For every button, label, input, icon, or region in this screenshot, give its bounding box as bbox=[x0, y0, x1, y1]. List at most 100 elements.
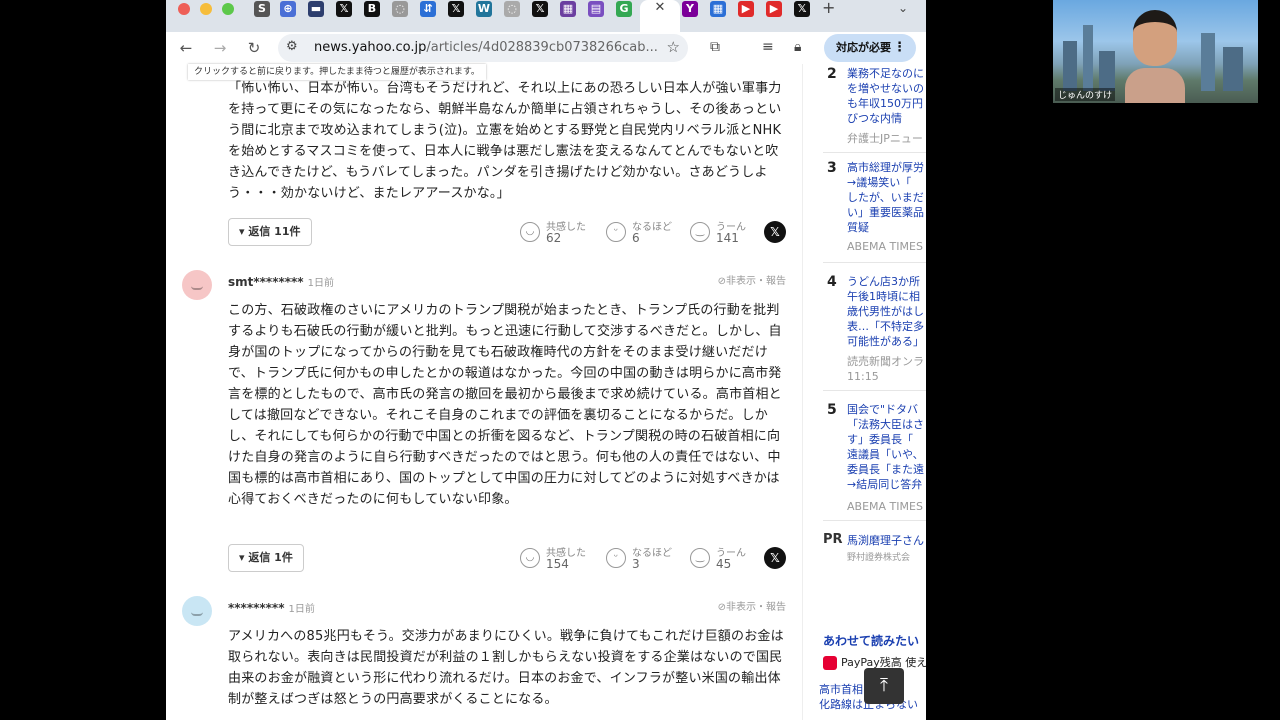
webcam-overlay: じゅんのすけ bbox=[1053, 0, 1258, 103]
tab-favicon-icon[interactable]: B bbox=[364, 1, 380, 17]
scroll-to-top-button[interactable]: ⤒ bbox=[864, 668, 904, 704]
ranking-number: 2 bbox=[827, 66, 837, 82]
tab-favicon-icon[interactable]: ▦ bbox=[560, 1, 576, 17]
reaction-count: 141 bbox=[716, 231, 739, 245]
ranking-title[interactable]: 高市総理が厚労 →議場笑い「 したが、いまだ い」重要医薬品 質疑 bbox=[847, 160, 926, 235]
smile-icon: ◡ bbox=[520, 222, 540, 242]
zoom-window-button[interactable] bbox=[222, 3, 234, 15]
forward-button[interactable]: → bbox=[210, 38, 230, 58]
extensions-icon[interactable]: ⧉ bbox=[710, 39, 720, 55]
tab-favicon-icon[interactable]: ▤ bbox=[588, 1, 604, 17]
url-path: /articles/4d028839cb0738266cab... bbox=[426, 40, 658, 55]
ranking-source: 読売新聞オンラ 11:15 bbox=[847, 355, 924, 383]
tab-favicon-icon[interactable]: ▬ bbox=[308, 1, 324, 17]
reaction-count: 45 bbox=[716, 557, 732, 571]
building bbox=[1223, 47, 1243, 91]
reaction-count: 6 bbox=[632, 231, 640, 245]
person-body bbox=[1125, 68, 1185, 103]
close-window-button[interactable] bbox=[178, 3, 190, 15]
hmm-icon: ‿ bbox=[690, 548, 710, 568]
toolbar: ← → ↻ ⚙ news.yahoo.co.jp/articles/4d0288… bbox=[166, 32, 926, 64]
reaction-count: 154 bbox=[546, 557, 569, 571]
reaction-count: 62 bbox=[546, 231, 562, 245]
tab-favicon-icon[interactable]: ▦ bbox=[710, 1, 726, 17]
address-bar[interactable]: ⚙ news.yahoo.co.jp/articles/4d028839cb07… bbox=[278, 34, 688, 62]
building bbox=[1099, 51, 1115, 91]
tab-bar: S ⊕ ▬ 𝕏 B ◌ ⇵ 𝕏 W ◌ 𝕏 ▦ ▤ G Y ▦ ▶ ▶ 𝕏 ✕ + ⌄ bbox=[166, 0, 926, 32]
reaction-count: 3 bbox=[632, 557, 640, 571]
replies-toggle-button[interactable]: ▾ 返信 11件 bbox=[228, 218, 312, 246]
ranking-source: 弁護士JPニュー bbox=[847, 132, 923, 145]
webcam-name-label: じゅんのすけ bbox=[1055, 88, 1116, 101]
tab-favicon-icon[interactable]: ◌ bbox=[392, 1, 408, 17]
comments-list: 「怖い怖い、日本が怖い。台湾もそうだけれど、それ以上にあの恐ろしい日本人が強い軍… bbox=[166, 64, 802, 720]
building bbox=[1063, 41, 1077, 91]
ranking-title[interactable]: 国会で"ドタバ 「法務大臣はさ す」委員長「 遠議員「いや、 委員長「また遠 →… bbox=[847, 402, 926, 492]
hide-report-link[interactable]: ⊘非表示・報告 bbox=[718, 598, 786, 613]
tab-favicon-icon[interactable]: Y bbox=[682, 1, 698, 17]
comment-user[interactable]: ********* 1日前 bbox=[228, 600, 315, 615]
divider bbox=[823, 152, 926, 153]
x-share-icon[interactable]: 𝕏 bbox=[764, 221, 786, 243]
action-required-button[interactable]: 対応が必要 ⋮ bbox=[824, 34, 916, 62]
tab-search-chevron-icon[interactable]: ⌄ bbox=[898, 0, 908, 16]
bookmark-star-icon[interactable]: ☆ bbox=[667, 38, 680, 56]
paypay-logo-icon bbox=[823, 656, 837, 670]
ranking-title[interactable]: 業務不足なのに を増やせないの も年収150万円 びつな内情 bbox=[847, 66, 926, 126]
building bbox=[1083, 25, 1093, 91]
nod-icon: ᵕ bbox=[606, 548, 626, 568]
ranking-number: 5 bbox=[827, 402, 837, 418]
comment-user[interactable]: smt******** 1日前 bbox=[228, 274, 334, 289]
avatar bbox=[182, 270, 212, 300]
building bbox=[1201, 33, 1215, 91]
comment-time: 1日前 bbox=[288, 604, 315, 615]
webcam-person bbox=[1125, 10, 1185, 103]
back-button[interactable]: ← bbox=[176, 38, 196, 58]
pr-title[interactable]: 馬渕磨理子さん bbox=[847, 532, 924, 548]
ranking-sidebar: 2 業務不足なのに を増やせないの も年収150万円 びつな内情 弁護士JPニュ… bbox=[802, 64, 926, 720]
smile-icon: ◡ bbox=[520, 548, 540, 568]
hmm-icon: ‿ bbox=[690, 222, 710, 242]
tab-favicon-icon[interactable]: 𝕏 bbox=[532, 1, 548, 17]
tab-favicon-icon[interactable]: W bbox=[476, 1, 492, 17]
reload-button[interactable]: ↻ bbox=[244, 38, 264, 58]
tab-favicon-icon[interactable]: ◌ bbox=[504, 1, 520, 17]
comment-username: smt******** bbox=[228, 275, 304, 289]
new-tab-button[interactable]: + bbox=[822, 0, 835, 16]
ranking-number: 4 bbox=[827, 274, 837, 290]
hide-report-link[interactable]: ⊘非表示・報告 bbox=[718, 272, 786, 287]
x-share-icon[interactable]: 𝕏 bbox=[764, 547, 786, 569]
tab-favicon-icon[interactable]: 𝕏 bbox=[448, 1, 464, 17]
tab-favicon-icon[interactable]: 𝕏 bbox=[794, 1, 810, 17]
tab-favicon-icon[interactable]: ⊕ bbox=[280, 1, 296, 17]
action-required-label: 対応が必要 bbox=[836, 41, 891, 54]
browser-window: S ⊕ ▬ 𝕏 B ◌ ⇵ 𝕏 W ◌ 𝕏 ▦ ▤ G Y ▦ ▶ ▶ 𝕏 ✕ + ⌄ ← → ↻ ⚙ news.y… bbox=[166, 0, 926, 720]
back-tooltip: クリックすると前に戻ります。押したまま待つと履歴が表示されます。 bbox=[188, 64, 486, 80]
comment-text: アメリカへの85兆円もそう。交渉力があまりにひくい。戦争に負けてもこれだけ巨額の… bbox=[228, 629, 784, 707]
address-url: news.yahoo.co.jp/articles/4d028839cb0738… bbox=[314, 40, 658, 55]
url-domain: news.yahoo.co.jp bbox=[314, 40, 427, 55]
lock-icon[interactable]: 🔒︎ bbox=[794, 39, 801, 55]
avatar-face-icon bbox=[191, 612, 203, 616]
media-controls-icon[interactable]: ≡ bbox=[762, 39, 774, 55]
tab-favicon-icon[interactable]: 𝕏 bbox=[336, 1, 352, 17]
close-tab-icon[interactable]: ✕ bbox=[653, 0, 667, 16]
pr-source: 野村證券株式会 bbox=[847, 553, 911, 563]
tab-favicon-icon[interactable]: ▶ bbox=[738, 1, 754, 17]
tab-favicon-icon[interactable]: S bbox=[254, 1, 270, 17]
minimize-window-button[interactable] bbox=[200, 3, 212, 15]
tab-favicon-icon[interactable]: G bbox=[616, 1, 632, 17]
divider bbox=[823, 520, 926, 521]
replies-toggle-button[interactable]: ▾ 返信 1件 bbox=[228, 544, 304, 572]
pr-label: PR bbox=[823, 532, 843, 547]
site-info-icon[interactable]: ⚙ bbox=[286, 39, 298, 54]
ranking-title[interactable]: うどん店3か所 午後1時頃に相 歳代男性がはし 表…「不特定多 可能性がある」 bbox=[847, 274, 926, 349]
kebab-menu-icon[interactable]: ⋮ bbox=[893, 34, 906, 62]
divider bbox=[823, 390, 926, 391]
tab-favicon-icon[interactable]: ▶ bbox=[766, 1, 782, 17]
comment-time: 1日前 bbox=[307, 278, 334, 289]
person-head bbox=[1133, 10, 1177, 66]
avatar-face-icon bbox=[191, 286, 203, 290]
tab-favicon-icon[interactable]: ⇵ bbox=[420, 1, 436, 17]
ranking-source: ABEMA TIMES bbox=[847, 240, 923, 253]
